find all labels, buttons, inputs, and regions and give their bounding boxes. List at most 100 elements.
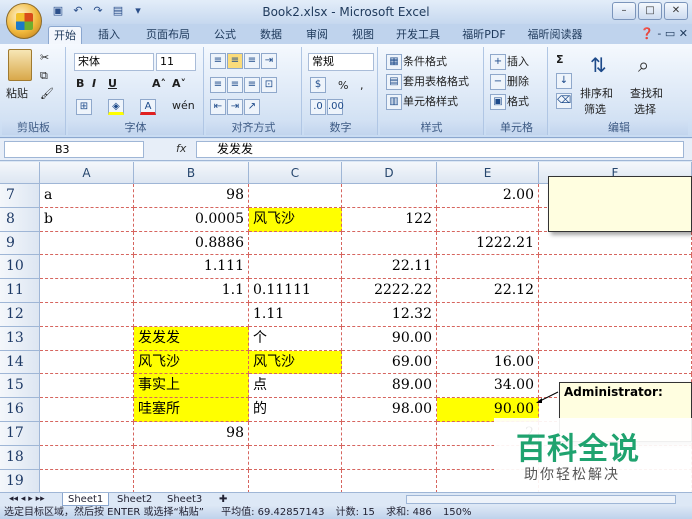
cell-a18[interactable]	[40, 445, 134, 470]
clear-icon[interactable]: ⌫	[556, 93, 573, 109]
cell-e9[interactable]: 1222.21	[437, 231, 539, 256]
paste-icon[interactable]	[8, 49, 32, 81]
name-box[interactable]: B3	[4, 141, 144, 158]
fill-color-icon[interactable]: ◈	[108, 99, 125, 115]
insert-cells-button[interactable]: + 插入	[490, 53, 529, 70]
cell-f9[interactable]	[539, 231, 692, 256]
cell-b14[interactable]: 风飞沙	[134, 350, 249, 375]
cell-c15[interactable]: 点	[249, 374, 342, 399]
insert-sheet-icon[interactable]: ✚	[214, 493, 232, 506]
cell-c11[interactable]: 0.11111	[249, 279, 342, 303]
cell-b15[interactable]: 事实上	[134, 374, 249, 399]
sheet-tab-3[interactable]: Sheet3	[162, 493, 207, 506]
cell-a16[interactable]	[40, 398, 134, 422]
row-header[interactable]: 8	[0, 207, 40, 232]
cell-f10[interactable]	[539, 255, 692, 280]
cell-e12[interactable]	[437, 303, 539, 327]
cell-c8[interactable]: 风飞沙	[249, 207, 342, 232]
phonetic-button[interactable]: wén	[172, 99, 195, 112]
column-header-e[interactable]: E	[437, 162, 539, 184]
column-header-c[interactable]: C	[249, 162, 342, 184]
cell-a14[interactable]	[40, 350, 134, 375]
cell-d19[interactable]	[342, 469, 437, 492]
tab-insert[interactable]: 插入	[92, 26, 126, 44]
cell-d14[interactable]: 69.00	[342, 350, 437, 375]
cell-e8[interactable]	[437, 207, 539, 232]
cell-c12[interactable]: 1.11	[249, 303, 342, 327]
cell-c19[interactable]	[249, 469, 342, 492]
cell-c18[interactable]	[249, 445, 342, 470]
zoom-level[interactable]: 150%	[443, 507, 472, 518]
cell-c10[interactable]	[249, 255, 342, 280]
number-format-select[interactable]: 常规	[308, 53, 374, 71]
cell-e7[interactable]: 2.00	[437, 184, 539, 208]
tab-foxit-pdf[interactable]: 福昕PDF	[456, 26, 512, 44]
font-shrink-button[interactable]: A˅	[172, 77, 186, 90]
fx-icon[interactable]: fx	[176, 142, 186, 155]
select-label[interactable]: 选择	[634, 101, 656, 117]
row-header[interactable]: 16	[0, 398, 40, 422]
cell-d15[interactable]: 89.00	[342, 374, 437, 399]
cell-a17[interactable]	[40, 422, 134, 446]
cell-styles-button[interactable]: ▥ 单元格样式	[386, 93, 458, 110]
row-header[interactable]: 9	[0, 231, 40, 256]
cell-a19[interactable]	[40, 469, 134, 492]
fill-icon[interactable]: ↓	[556, 73, 573, 89]
row-header[interactable]: 7	[0, 184, 40, 208]
font-name-select[interactable]: 宋体	[74, 53, 154, 71]
autosum-button[interactable]: Σ	[556, 53, 564, 66]
row-header[interactable]: 19	[0, 469, 40, 492]
cell-d11[interactable]: 2222.22	[342, 279, 437, 303]
tab-data[interactable]: 数据	[254, 26, 288, 44]
copy-icon[interactable]: ⧉	[40, 69, 48, 83]
tab-formulas[interactable]: 公式	[208, 26, 242, 44]
cell-b13[interactable]: 发发发	[134, 326, 249, 351]
cell-b10[interactable]: 1.111	[134, 255, 249, 280]
row-header[interactable]: 17	[0, 422, 40, 446]
cell-f12[interactable]	[539, 303, 692, 327]
cell-e10[interactable]	[437, 255, 539, 280]
cell-b19[interactable]	[134, 469, 249, 492]
cell-b16[interactable]: 哇塞所	[134, 398, 249, 422]
cell-a15[interactable]	[40, 374, 134, 399]
cell-c9[interactable]	[249, 231, 342, 256]
tab-home[interactable]: 开始	[48, 26, 82, 44]
cell-a12[interactable]	[40, 303, 134, 327]
cell-e13[interactable]	[437, 326, 539, 351]
cell-d13[interactable]: 90.00	[342, 326, 437, 351]
horizontal-scrollbar[interactable]	[406, 495, 676, 504]
cell-f11[interactable]	[539, 279, 692, 303]
align-top-icon[interactable]: ≡ ≡ ≡ ⇥	[210, 53, 278, 69]
row-header[interactable]: 11	[0, 279, 40, 303]
cell-b17[interactable]: 98	[134, 422, 249, 446]
cell-b9[interactable]: 0.8886	[134, 231, 249, 256]
sheet-tab-2[interactable]: Sheet2	[112, 493, 157, 506]
row-header[interactable]: 10	[0, 255, 40, 280]
column-header-d[interactable]: D	[342, 162, 437, 184]
cell-d12[interactable]: 12.32	[342, 303, 437, 327]
row-header[interactable]: 15	[0, 374, 40, 399]
tab-page-layout[interactable]: 页面布局	[140, 26, 196, 44]
cell-d9[interactable]	[342, 231, 437, 256]
help-controls[interactable]: ❓ - ▭ ✕	[640, 27, 688, 40]
currency-icon[interactable]: $	[310, 77, 327, 93]
cell-a10[interactable]	[40, 255, 134, 280]
cell-a13[interactable]	[40, 326, 134, 351]
cell-a7[interactable]: a	[40, 184, 134, 208]
cell-d18[interactable]	[342, 445, 437, 470]
cell-a11[interactable]	[40, 279, 134, 303]
cell-b12[interactable]	[134, 303, 249, 327]
minimize-button[interactable]: –	[612, 2, 636, 20]
font-color-icon[interactable]: A	[140, 99, 157, 115]
cell-e15[interactable]: 34.00	[437, 374, 539, 399]
row-header[interactable]: 14	[0, 350, 40, 375]
sort-filter-label[interactable]: 排序和	[580, 85, 613, 101]
cell-a9[interactable]	[40, 231, 134, 256]
conditional-format-button[interactable]: ▦ 条件格式	[386, 53, 447, 70]
italic-button[interactable]: I	[92, 77, 96, 90]
row-header[interactable]: 13	[0, 326, 40, 351]
format-as-table-button[interactable]: ▤ 套用表格格式	[386, 73, 469, 90]
cell-b8[interactable]: 0.0005	[134, 207, 249, 232]
column-header-b[interactable]: B	[134, 162, 249, 184]
format-cells-button[interactable]: ▣ 格式	[490, 93, 529, 110]
